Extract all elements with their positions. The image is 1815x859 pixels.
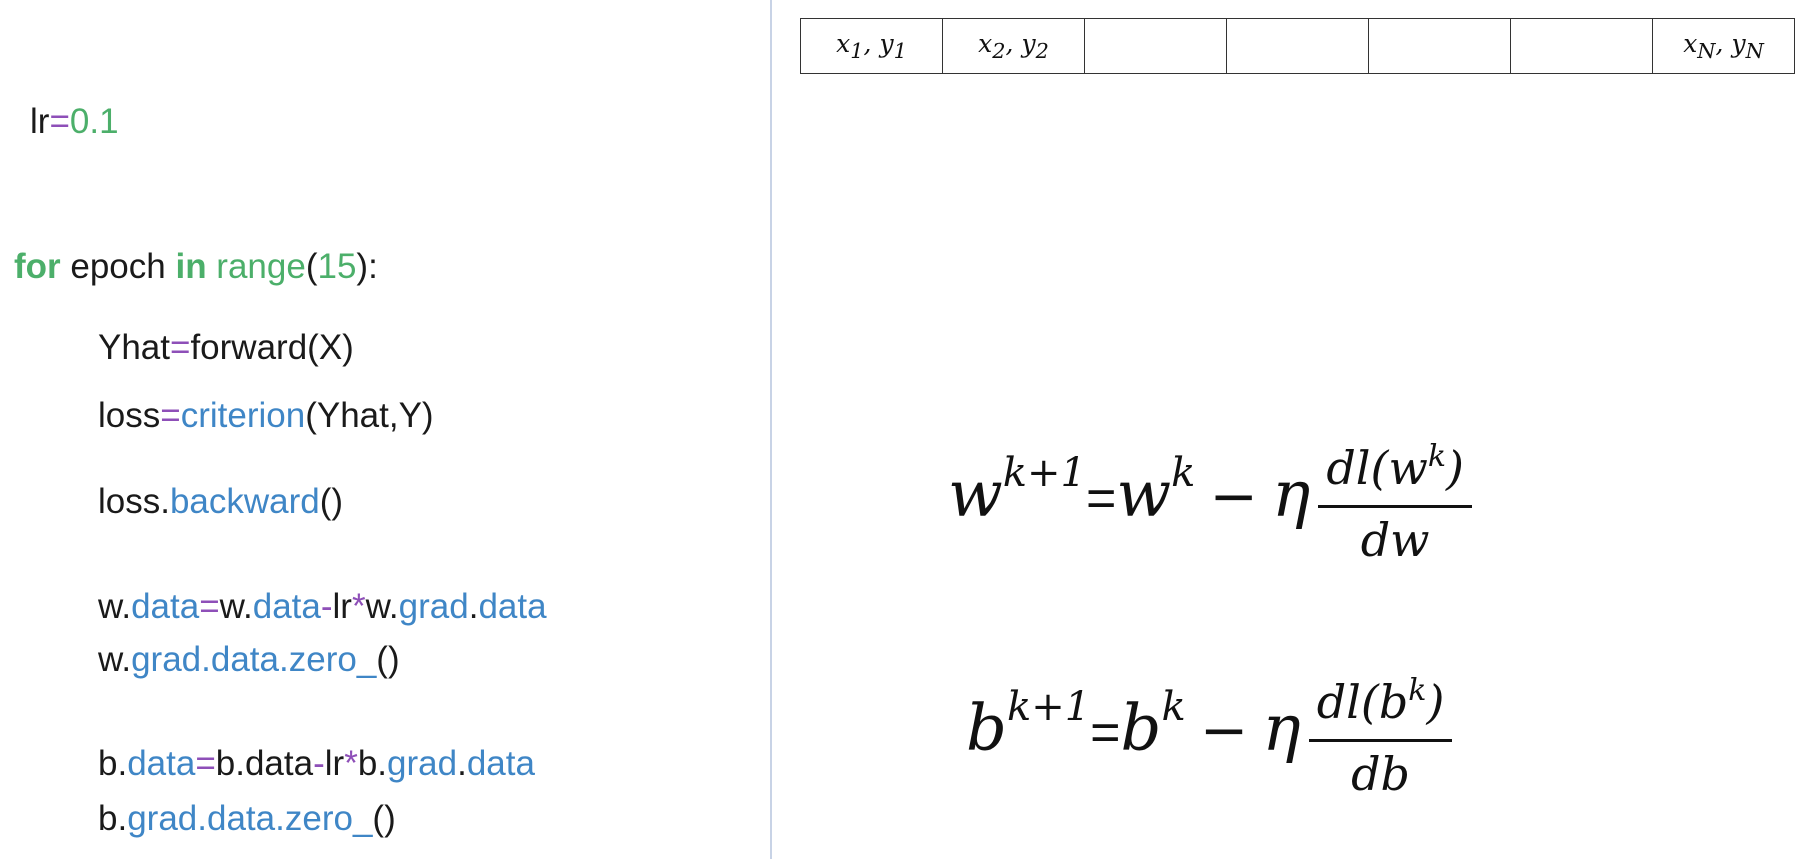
dataset-cell-2: x2, y2 (942, 18, 1085, 74)
b-derivative-fraction: dl(bk) db (1308, 672, 1453, 806)
loss-obj: loss. (98, 482, 170, 521)
w-var: w (1116, 457, 1172, 532)
code-line-loss: loss=criterion(Yhat,Y) (98, 396, 434, 436)
lr-var: lr (30, 102, 50, 141)
assign-op: = (195, 744, 216, 783)
criterion-fn: criterion (180, 396, 306, 435)
w-var: w (948, 457, 1003, 532)
minus-sign: − (1209, 461, 1258, 530)
assign-op: = (49, 102, 70, 141)
w-obj: w. (365, 587, 399, 626)
code-line-b-update: b.data=b.data-lr*b.grad.data (98, 744, 535, 784)
w-superscript: k+1 (1002, 449, 1086, 496)
close-paren: ): (356, 247, 378, 286)
data-attr: data (131, 587, 200, 626)
b-data: b.data (215, 744, 314, 783)
zero-paren: () (372, 799, 396, 838)
w-obj: w. (98, 587, 132, 626)
data-attr: data (127, 744, 196, 783)
minus-op: - (320, 587, 333, 626)
b-var: b (966, 691, 1007, 766)
code-line-for: for epoch in range(15): (14, 247, 378, 287)
learning-rate-eta: η (1262, 691, 1301, 766)
b-derivative-numerator: dl(bk) (1308, 672, 1453, 742)
criterion-args: (Yhat,Y) (305, 396, 434, 435)
b-obj: b. (98, 799, 128, 838)
grad-attr: grad (387, 744, 458, 783)
dot: . (197, 799, 207, 838)
range-count: 15 (317, 247, 357, 286)
dataset-cell-4 (1226, 18, 1369, 74)
data-attr: data (466, 744, 535, 783)
w-obj: w. (219, 587, 253, 626)
multiply-op: * (344, 744, 358, 783)
code-line-w-zero: w.grad.data.zero_() (98, 640, 400, 680)
dot: . (457, 744, 467, 783)
open-paren: ( (305, 247, 318, 286)
forward-call: forward(X) (190, 328, 354, 367)
grad-attr: grad (127, 799, 198, 838)
grad-attr: grad (131, 640, 202, 679)
lr-var: lr (324, 744, 345, 783)
data-attr: data (252, 587, 321, 626)
dot: . (279, 640, 289, 679)
code-line-lr: lr=0.1 (30, 102, 119, 142)
code-panel: lr=0.1 for epoch in range(15): Yhat=forw… (0, 0, 760, 859)
dot: . (468, 587, 479, 626)
grad-attr: grad (398, 587, 469, 626)
panel-divider (770, 0, 772, 859)
equals-sign: = (1090, 703, 1121, 762)
assign-op: = (170, 328, 191, 367)
dot: . (201, 640, 211, 679)
dataset-row: x1, y1 x2, y2 xN, yN (800, 18, 1795, 74)
loss-var: loss (98, 396, 161, 435)
data-attr: data (207, 799, 276, 838)
equals-sign: = (1085, 469, 1117, 528)
minus-sign: − (1199, 695, 1249, 764)
zero-paren: () (376, 640, 400, 679)
w-derivative-denominator: dw (1360, 513, 1430, 567)
data-attr: data (478, 587, 547, 626)
minus-op: - (313, 744, 325, 783)
yhat-var: Yhat (98, 328, 170, 367)
dot: . (275, 799, 285, 838)
backward-paren: () (319, 482, 344, 521)
w-superscript: k (1171, 449, 1196, 496)
assign-op: = (199, 587, 220, 626)
dataset-cell-3 (1084, 18, 1227, 74)
code-line-backward: loss.backward() (98, 482, 343, 522)
dataset-cell-6 (1510, 18, 1653, 74)
learning-rate-eta: η (1272, 457, 1311, 532)
range-fn: range (206, 247, 306, 286)
dataset-cell-1: x1, y1 (800, 18, 943, 74)
code-line-w-update: w.data=w.data-lr*w.grad.data (98, 587, 547, 627)
w-update-equation: wk+1=wk − η dl(wk) dw (948, 439, 1472, 578)
b-var: b (1120, 691, 1162, 766)
epoch-var: epoch (60, 247, 176, 286)
b-superscript: k+1 (1006, 683, 1091, 730)
assign-op: = (160, 396, 181, 435)
code-line-b-zero: b.grad.data.zero_() (98, 799, 396, 839)
backward-fn: backward (169, 482, 320, 521)
b-superscript: k (1161, 683, 1186, 730)
lr-var: lr (332, 587, 352, 626)
b-derivative-denominator: db (1351, 747, 1411, 801)
zero-fn: zero_ (284, 799, 373, 838)
w-obj: w. (98, 640, 132, 679)
w-derivative-fraction: dl(wk) dw (1318, 438, 1472, 572)
lr-value: 0.1 (69, 102, 119, 141)
w-derivative-numerator: dl(wk) (1318, 438, 1472, 508)
dataset-cell-5 (1368, 18, 1511, 74)
b-update-equation: bk+1=bk − η dl(bk) db (966, 673, 1453, 812)
zero-fn: zero_ (288, 640, 377, 679)
in-keyword: in (175, 247, 207, 286)
dataset-table: x1, y1 x2, y2 xN, yN (800, 18, 1795, 74)
for-keyword: for (14, 247, 61, 286)
b-obj: b. (357, 744, 388, 783)
data-attr: data (210, 640, 279, 679)
b-obj: b. (98, 744, 128, 783)
dataset-cell-n: xN, yN (1652, 18, 1795, 74)
code-line-yhat: Yhat=forward(X) (98, 328, 354, 368)
multiply-op: * (351, 587, 366, 626)
